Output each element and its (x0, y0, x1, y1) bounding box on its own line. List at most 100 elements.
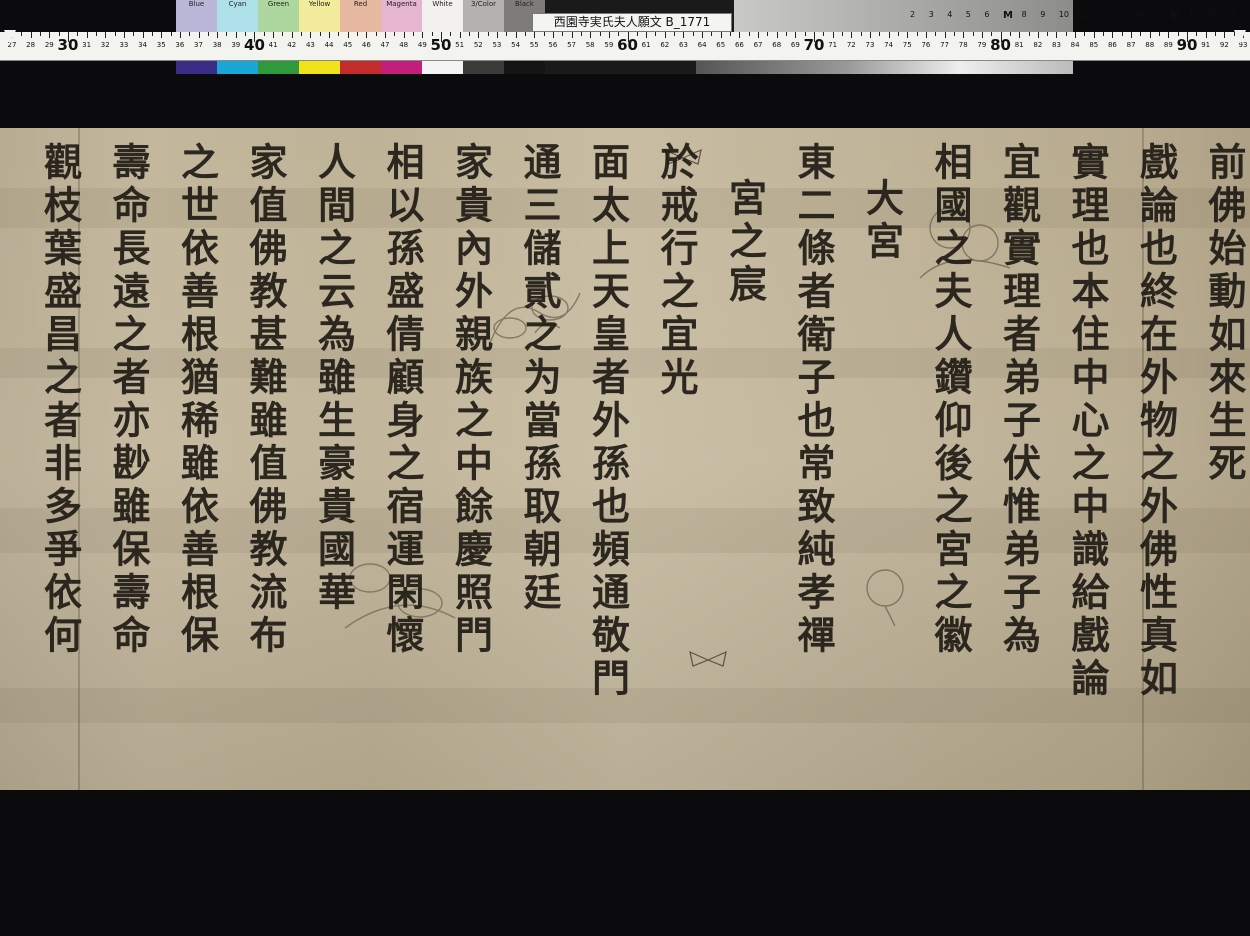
calligraphy-column: 戲論也終在外物之外佛性真如 (1133, 142, 1179, 701)
color-patch-label: Yellow (308, 0, 331, 8)
color-patch-bottom (340, 60, 381, 74)
gray-scale-number: 18 (1207, 10, 1218, 19)
ruler-tick-label: 65 (716, 41, 726, 49)
ruler-tick-label: 47 (380, 41, 390, 49)
ruler-tick-label: 35 (156, 41, 166, 49)
ruler-tick-label: 66 (734, 41, 744, 49)
gray-scale-number: 2 (910, 10, 916, 19)
color-patch-bottom (176, 60, 217, 74)
handscroll-document: 前佛始動如來生死 戲論也終在外物之外佛性真如 實理也本住中心之中識給戲論 宜觀實理者弟… (0, 128, 1250, 790)
ruler-tick-label: 76 (921, 41, 931, 49)
color-patch-label: Green (267, 0, 290, 8)
gray-scale-number: 6 (984, 10, 990, 19)
color-patch-bottom (463, 60, 504, 74)
color-patch-label: Magenta (386, 0, 417, 8)
color-patch-label: Red (353, 0, 368, 8)
ruler-tick-label: 40 (244, 36, 265, 54)
calligraphy-column: 家值佛教甚難雖值佛教流布 (243, 142, 288, 658)
ruler-tick-label: 43 (305, 41, 315, 49)
calligraphy-column: 家貴內外親族之中餘慶照門 (448, 142, 494, 658)
color-patch-label: Black (515, 0, 534, 8)
gray-scale-strip: 2 3 4 5 6 M 8 9 10 11 12 13 14 15 B 17 18 19 (734, 0, 1236, 32)
ruler-tick-label: 90 (1176, 36, 1198, 54)
ruler-tick-label: 71 (828, 41, 838, 49)
calligraphy-column: 於戒行之宜光 (654, 142, 699, 400)
ruler-tick-label: 28 (26, 41, 36, 49)
gray-scale-number: 10 (1058, 10, 1069, 19)
ruler-tick-label: 31 (82, 41, 92, 49)
calligraphy-column: 實理也本住中心之中識給戲論 (1065, 142, 1110, 701)
ruler-tick-label: 36 (175, 41, 185, 49)
ruler-tick-label: 42 (287, 41, 297, 49)
color-patch-white: White (422, 0, 463, 32)
ruler-tick-label: 60 (617, 36, 638, 54)
calligraphy-column: 大宮 (859, 178, 905, 264)
ruler-tick-label: 70 (803, 36, 825, 54)
calligraphy-column: 相國之夫人鑽仰後之宮之徽 (928, 142, 973, 658)
gray-scale-number: 3 (928, 10, 934, 19)
ruler-tick-label: 37 (194, 41, 203, 49)
ruler-tick-label: 29 (44, 41, 54, 49)
ruler-tick-label: 45 (343, 41, 353, 49)
color-patch-3-color: 3/Color (463, 0, 504, 32)
gray-scale-strip-bottom (696, 60, 1073, 74)
color-patch-bottom (504, 60, 545, 74)
ruler-tick-label: 32 (100, 41, 110, 49)
floral-motif-icon (866, 569, 904, 627)
ruler-tick-label: 39 (231, 41, 241, 49)
ruler-tick-label: 55 (529, 41, 539, 49)
color-patch-yellow: Yellow (299, 0, 340, 32)
calligraphy-column: 通三儲貳之为當孫取朝廷 (517, 142, 562, 615)
color-patch-red: Red (340, 0, 381, 32)
gray-scale-number: 15 (1151, 10, 1162, 19)
color-patch-label: White (432, 0, 453, 8)
ruler-tick-label: 78 (958, 41, 968, 49)
color-patch-label: Blue (188, 0, 205, 8)
ruler-tick-label: 64 (697, 41, 707, 49)
ruler-tick-label: 50 (430, 36, 452, 54)
ruler-tick-label: 79 (977, 41, 987, 49)
gray-scale-number: M (1003, 10, 1013, 21)
calligraphy-column: 相以孫盛倩顧身之宿運閑懷 (380, 142, 425, 658)
color-patch-bottom (381, 60, 422, 74)
gray-scale-number: 17 (1189, 10, 1200, 19)
ruler-tick-label: 38 (212, 41, 222, 49)
calligraphy-column: 宜觀實理者弟子伏惟弟子為 (996, 142, 1042, 658)
gray-scale-number: 8 (1021, 10, 1027, 19)
color-patch-green: Green (258, 0, 299, 32)
gray-scale-number: 14 (1133, 10, 1144, 19)
ruler-tick-label: 49 (417, 41, 427, 49)
color-patch-bottom (258, 60, 299, 74)
ruler-tick-label: 83 (1052, 41, 1061, 49)
ruler-tick-label: 85 (1089, 41, 1099, 49)
calligraphy-column: 之世依善根猶稀雖依善根保 (174, 142, 220, 658)
left-edge-marker-icon (4, 30, 16, 44)
ruler-tick-label: 77 (940, 41, 950, 49)
ruler-tick-label: 69 (790, 41, 800, 49)
ruler-tick-label: 48 (399, 41, 409, 49)
ruler-tick-label: 41 (268, 41, 278, 49)
calligraphy-column: 宮之宸 (722, 178, 768, 307)
ruler-tick-label: 63 (678, 41, 688, 49)
gray-scale-number: B (1170, 10, 1179, 21)
ruler-tick-label: 56 (548, 41, 558, 49)
ruler-tick-label: 88 (1145, 41, 1155, 49)
gray-scale-number: 12 (1096, 10, 1107, 19)
document-label: 西園寺実氏夫人願文 B_1771 (532, 13, 732, 32)
ruler-tick-label: 86 (1107, 41, 1117, 49)
color-patch-magenta: Magenta (381, 0, 422, 32)
measuring-ruler: 27 28 29 30 31 32 33 34 35 36 37 38 39 40 41 42 43 44 45 46… (0, 32, 1250, 61)
ruler-tick-label: 58 (585, 41, 595, 49)
gray-scale-number: 4 (947, 10, 953, 19)
ruler-tick-label: 52 (473, 41, 483, 49)
color-patch-blue: Blue (176, 0, 217, 32)
ruler-tick-label: 84 (1070, 41, 1080, 49)
ruler-tick-label: 91 (1201, 41, 1211, 49)
ruler-tick-label: 53 (492, 41, 502, 49)
color-patch-bottom (299, 60, 340, 74)
ruler-tick-label: 75 (902, 41, 912, 49)
ruler-tick-label: 61 (641, 41, 651, 49)
calligraphy-column: 壽命長遠之者亦尠雖保壽命 (106, 142, 151, 658)
ruler-tick-label: 54 (511, 41, 521, 49)
ruler-tick-label: 46 (361, 41, 371, 49)
